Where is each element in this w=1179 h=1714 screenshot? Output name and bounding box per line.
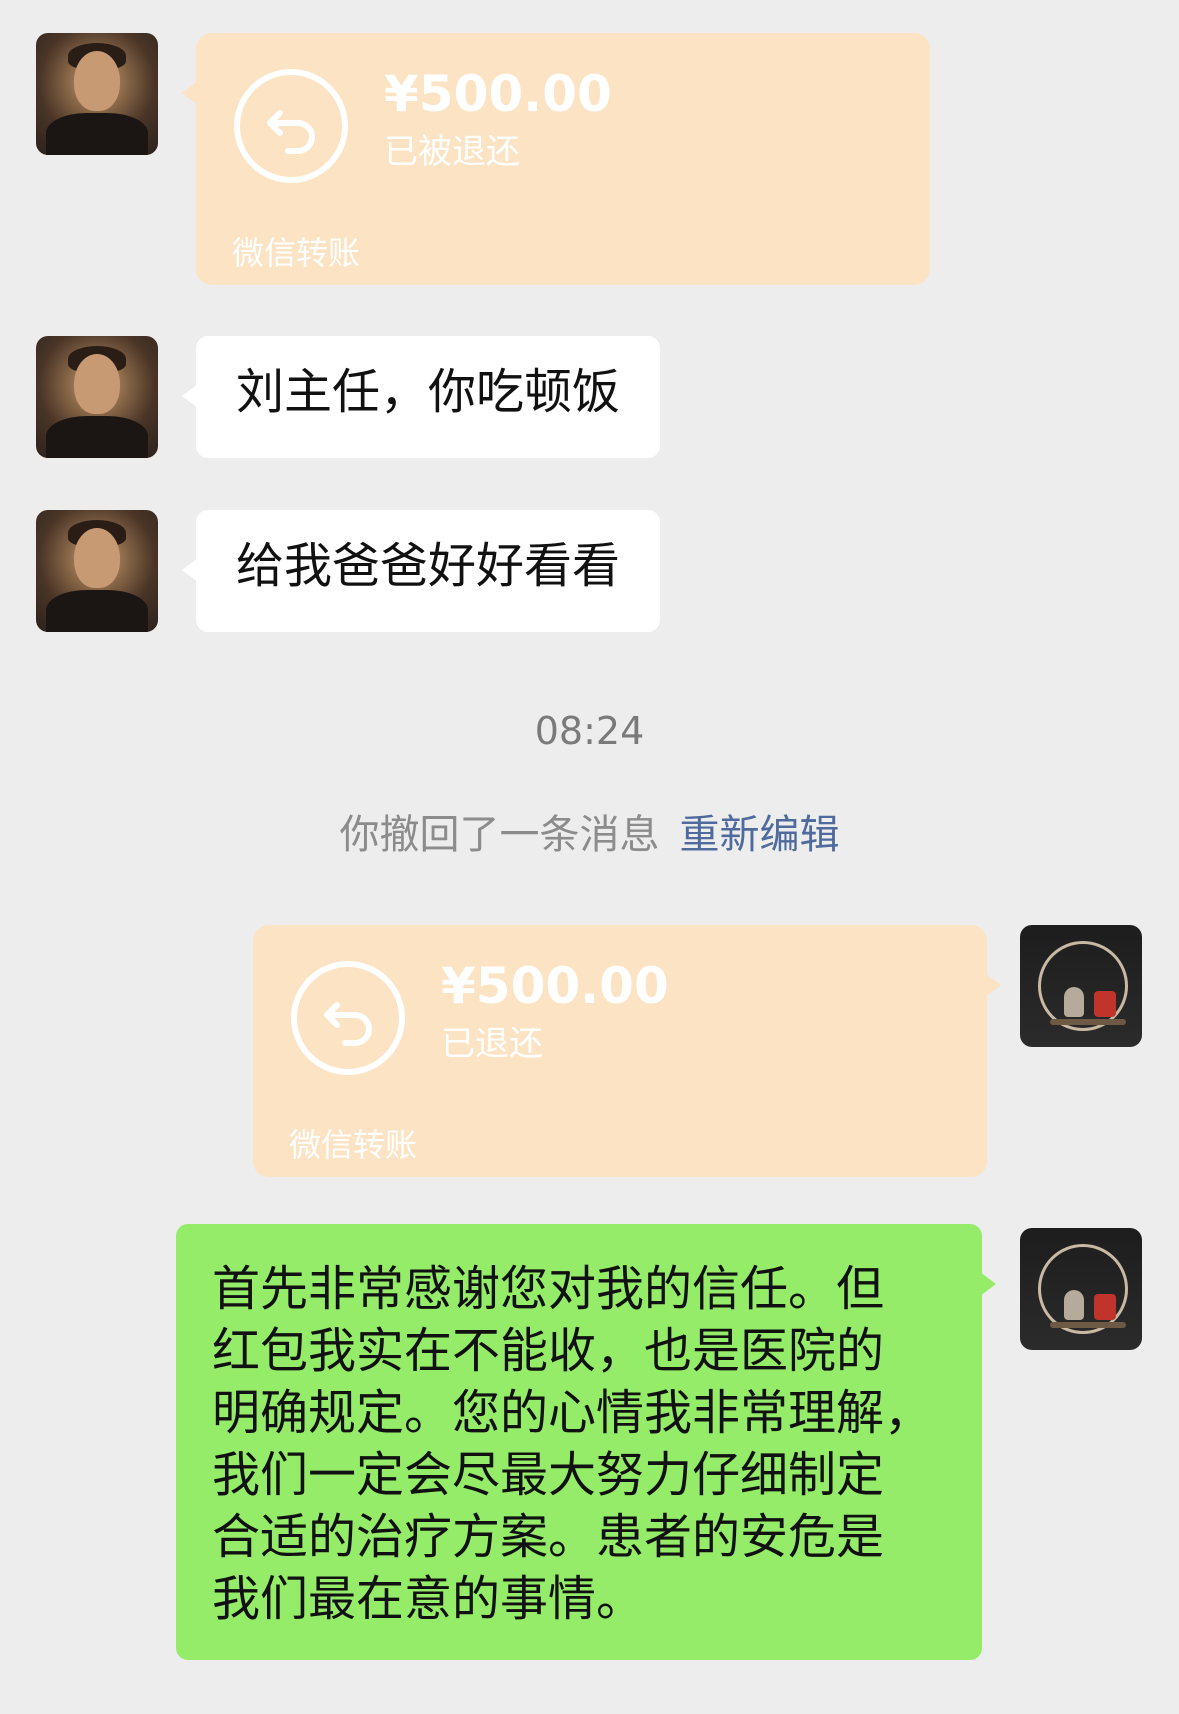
- transfer-card-received[interactable]: ¥500.00 已被退还 微信转账: [182, 33, 930, 285]
- transfer-label: 微信转账: [232, 234, 361, 272]
- contact-avatar[interactable]: [36, 336, 158, 458]
- avatar-face: [74, 528, 120, 588]
- message-text: 刘主任，你吃顿饭: [236, 364, 621, 420]
- transfer-card-sent[interactable]: ¥500.00 已退还 微信转账: [253, 925, 1001, 1177]
- reply-line: 红包我实在不能收，也是医院的: [212, 1323, 885, 1379]
- avatar-ring: [1038, 941, 1128, 1031]
- transfer-amount: ¥500.00: [441, 957, 669, 1015]
- avatar-figurine: [1064, 987, 1084, 1017]
- avatar-cup: [1094, 991, 1116, 1017]
- recall-text: 你撤回了一条消息: [339, 812, 660, 858]
- transfer-status: 已被退还: [384, 132, 520, 172]
- re-edit-link[interactable]: 重新编辑: [680, 812, 840, 858]
- avatar-base: [1050, 1322, 1126, 1328]
- message-bubble-received[interactable]: 给我爸爸好好看看: [181, 510, 661, 632]
- return-arrow-icon: [234, 69, 348, 183]
- recall-notice: 你撤回了一条消息 重新编辑: [0, 815, 1179, 855]
- contact-avatar[interactable]: [36, 510, 158, 632]
- message-bubble-sent[interactable]: 首先非常感谢您对我的信任。但 红包我实在不能收，也是医院的 明确规定。您的心情我…: [176, 1224, 996, 1660]
- timestamp: 08:24: [534, 709, 645, 753]
- reply-line: 我们最在意的事情。: [212, 1571, 645, 1627]
- reply-line: 首先非常感谢您对我的信任。但: [212, 1261, 885, 1317]
- message-text: 给我爸爸好好看看: [236, 538, 621, 594]
- avatar-figurine: [1064, 1290, 1084, 1320]
- transfer-amount: ¥500.00: [384, 65, 612, 123]
- reply-line: 明确规定。您的心情我非常理解，: [212, 1385, 933, 1441]
- avatar-coat: [46, 590, 148, 632]
- avatar-ring: [1038, 1244, 1128, 1334]
- transfer-status: 已退还: [441, 1024, 543, 1064]
- my-avatar[interactable]: [1020, 925, 1142, 1047]
- reply-line: 我们一定会尽最大努力仔细制定: [212, 1447, 885, 1503]
- avatar-coat: [46, 416, 148, 458]
- message-bubble-received[interactable]: 刘主任，你吃顿饭: [181, 336, 661, 458]
- contact-avatar[interactable]: [36, 33, 158, 155]
- avatar-coat: [46, 113, 148, 155]
- avatar-base: [1050, 1019, 1126, 1025]
- my-avatar[interactable]: [1020, 1228, 1142, 1350]
- reply-line: 合适的治疗方案。患者的安危是: [212, 1509, 885, 1565]
- avatar-cup: [1094, 1294, 1116, 1320]
- return-arrow-icon: [291, 961, 405, 1075]
- avatar-face: [74, 354, 120, 414]
- transfer-label: 微信转账: [289, 1126, 418, 1164]
- avatar-face: [74, 51, 120, 111]
